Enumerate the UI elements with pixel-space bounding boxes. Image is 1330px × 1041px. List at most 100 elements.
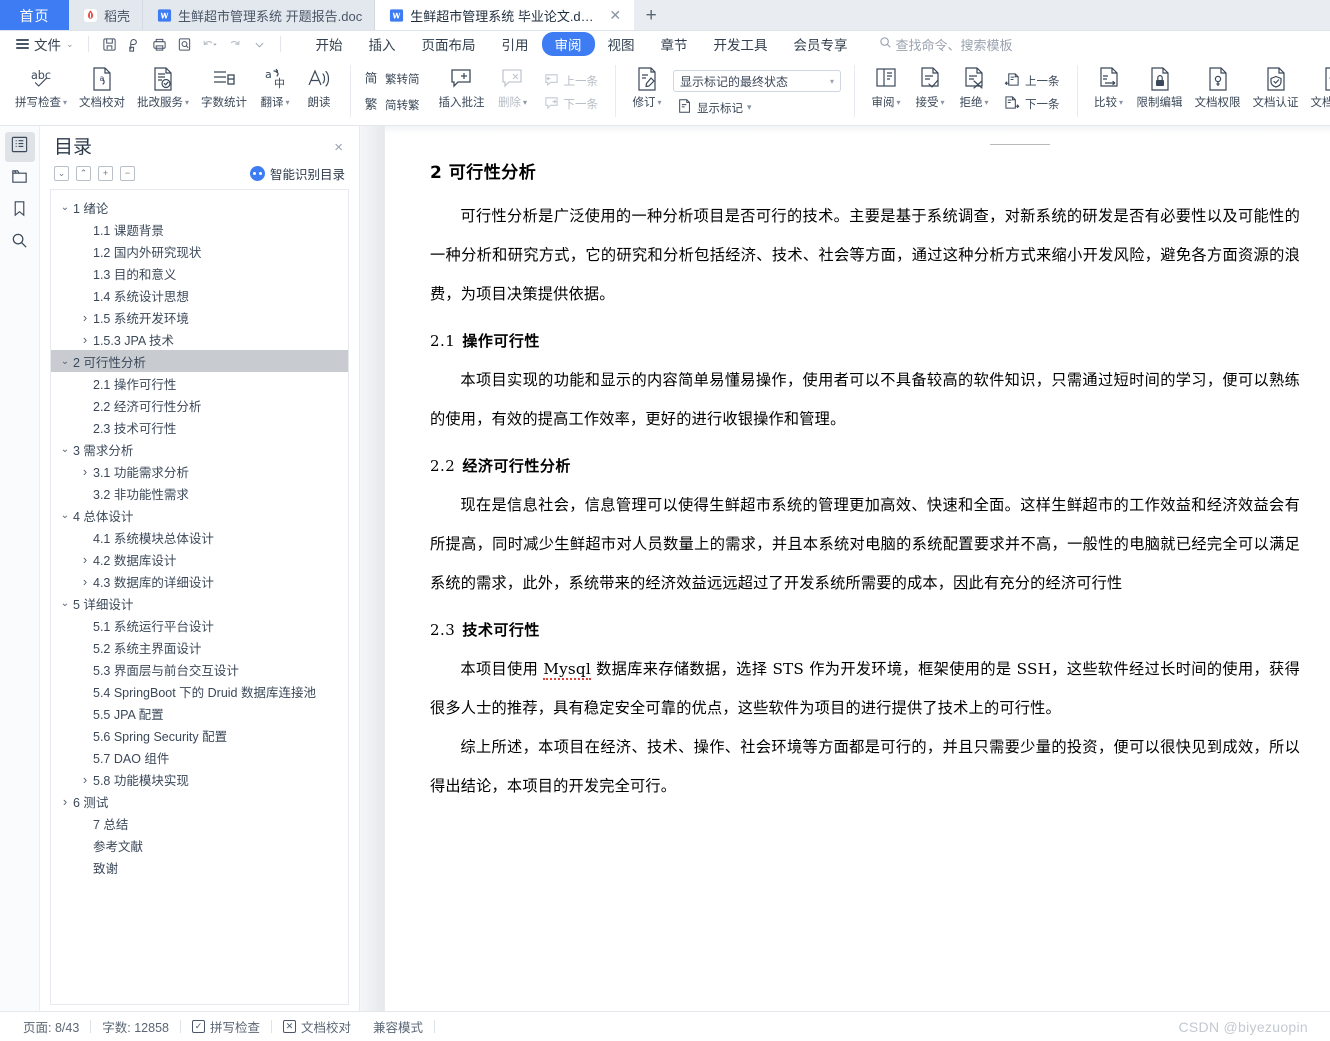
thumbnail-pane-button[interactable] (5, 164, 35, 194)
document-certify-button[interactable]: 文档认证 (1247, 59, 1305, 125)
toc-list[interactable]: ⌄ 1 绪论 1.1 课题背景 1.2 国内外研究现状 1.3 目的和意义 1.4 系统设… (50, 189, 349, 1005)
toc-item[interactable]: › 1.5.3 JPA 技术 (51, 328, 348, 350)
toc-item[interactable]: 致谢 (51, 856, 348, 878)
toc-item[interactable]: › 4.3 数据库的详细设计 (51, 570, 348, 592)
home-tab[interactable]: 首页 (0, 0, 69, 31)
document-finalize-button[interactable]: 文档定稿 (1305, 59, 1330, 125)
chevron-right-icon[interactable]: › (77, 552, 93, 567)
print-preview-button[interactable] (122, 33, 147, 55)
expand-all-icon[interactable]: + (98, 166, 113, 181)
print-button[interactable] (147, 33, 172, 55)
tab-view[interactable]: 视图 (595, 32, 648, 56)
collapse-up-icon[interactable]: ⌃ (76, 166, 91, 181)
status-page[interactable]: 页面: 8/43 (12, 1017, 90, 1036)
document-page[interactable]: 2 可行性分析 可行性分析是广泛使用的一种分析项目是否可行的技术。主要是基于系统… (385, 126, 1330, 1011)
collapse-down-icon[interactable]: ⌄ (54, 166, 69, 181)
chevron-down-icon[interactable]: ⌄ (57, 444, 73, 455)
chevron-right-icon[interactable]: › (57, 794, 73, 809)
delete-comment-button[interactable]: 删除 ▾ (491, 59, 535, 125)
chevron-down-icon[interactable]: ⌄ (57, 510, 73, 521)
toc-item[interactable]: 2.3 技术可行性 (51, 416, 348, 438)
toc-item[interactable]: › 4.2 数据库设计 (51, 548, 348, 570)
restrict-edit-button[interactable]: 限制编辑 (1131, 59, 1189, 125)
toc-item[interactable]: 1.1 课题背景 (51, 218, 348, 240)
chevron-down-icon[interactable]: ⌄ (57, 598, 73, 609)
toc-item[interactable]: › 1.5 系统开发环境 (51, 306, 348, 328)
show-markup-button[interactable]: 显示标记 ▾ (673, 97, 841, 118)
trad-to-simp-button[interactable]: 简 繁转简 (359, 68, 424, 91)
correction-service-button[interactable]: 批改服务 ▾ (131, 59, 195, 125)
toc-item[interactable]: 1.4 系统设计思想 (51, 284, 348, 306)
status-spellcheck[interactable]: ✓ 拼写检查 (181, 1017, 271, 1036)
prev-change-button[interactable]: 上一条 (1000, 71, 1064, 91)
toc-item[interactable]: 5.1 系统运行平台设计 (51, 614, 348, 636)
chevron-right-icon[interactable]: › (77, 574, 93, 589)
tab-insert[interactable]: 插入 (356, 32, 409, 56)
tab-page-layout[interactable]: 页面布局 (409, 32, 489, 56)
chevron-right-icon[interactable]: › (77, 332, 93, 347)
outline-pane-button[interactable] (4, 132, 35, 162)
toc-item[interactable]: ⌄ 3 需求分析 (51, 438, 348, 460)
toc-item[interactable]: ⌄ 1 绪论 (51, 196, 348, 218)
search-pane-button[interactable] (5, 228, 35, 258)
accept-change-button[interactable]: 接受 ▾ (908, 59, 952, 125)
tab-biyelunwen[interactable]: 生鲜超市管理系统 毕业论文.docx ✕ (374, 0, 635, 31)
insert-comment-button[interactable]: 插入批注 (433, 59, 491, 125)
toc-item[interactable]: › 5.8 功能模块实现 (51, 768, 348, 790)
chevron-right-icon[interactable]: › (77, 464, 93, 479)
undo-button[interactable] (197, 33, 222, 55)
toc-item[interactable]: › 6 测试 (51, 790, 348, 812)
toc-item[interactable]: 5.4 SpringBoot 下的 Druid 数据库连接池 (51, 680, 348, 702)
toc-item[interactable]: 5.3 界面层与前台交互设计 (51, 658, 348, 680)
save-button[interactable] (97, 33, 122, 55)
tab-member-exclusive[interactable]: 会员专享 (781, 32, 861, 56)
tab-start[interactable]: 开始 (303, 32, 356, 56)
reviewing-pane-button[interactable]: 审阅 ▾ (864, 59, 908, 125)
tab-section[interactable]: 章节 (648, 32, 701, 56)
chevron-right-icon[interactable]: › (77, 310, 93, 325)
close-icon[interactable]: × (330, 136, 347, 159)
toc-item[interactable]: 7 总结 (51, 812, 348, 834)
document-proofread-button[interactable]: a 文档校对 (73, 59, 131, 125)
toc-item[interactable]: 5.7 DAO 组件 (51, 746, 348, 768)
tab-references[interactable]: 引用 (489, 32, 542, 56)
toc-item[interactable]: 参考文献 (51, 834, 348, 856)
markup-display-select[interactable]: 显示标记的最终状态 ▾ (673, 70, 842, 92)
toc-item[interactable]: 3.2 非功能性需求 (51, 482, 348, 504)
compare-button[interactable]: 比较 ▾ (1087, 59, 1131, 125)
toc-item[interactable]: 2.1 操作可行性 (51, 372, 348, 394)
close-icon[interactable]: ✕ (608, 8, 622, 23)
status-compat-mode[interactable]: 兼容模式 (362, 1017, 434, 1036)
status-proofread[interactable]: ✕ 文档校对 (272, 1017, 362, 1036)
simp-to-trad-button[interactable]: 繁 简转繁 (359, 94, 424, 117)
bookmark-pane-button[interactable] (5, 196, 35, 226)
tab-kaitibaogao[interactable]: 生鲜超市管理系统 开题报告.doc (142, 0, 375, 31)
toc-item[interactable]: 5.5 JPA 配置 (51, 702, 348, 724)
command-search[interactable]: 查找命令、搜索模板 (879, 35, 1013, 54)
translate-button[interactable]: a 中 翻译 ▾ (253, 59, 297, 125)
reject-change-button[interactable]: 拒绝 ▾ (952, 59, 996, 125)
toc-item[interactable]: 4.1 系统模块总体设计 (51, 526, 348, 548)
redo-button[interactable] (222, 33, 247, 55)
toc-item[interactable]: 5.6 Spring Security 配置 (51, 724, 348, 746)
chevron-down-icon[interactable]: ⌄ (57, 202, 73, 213)
smart-toc-button[interactable]: 智能识别目录 (249, 164, 345, 183)
new-tab-button[interactable]: + (634, 0, 668, 31)
customize-quick-access-button[interactable] (247, 33, 272, 55)
toc-item[interactable]: ⌄ 4 总体设计 (51, 504, 348, 526)
tab-daoke[interactable]: 稻壳 (69, 0, 143, 31)
file-menu-button[interactable]: 文件 ⌄ (10, 34, 80, 54)
read-aloud-button[interactable]: 朗读 (297, 59, 341, 125)
word-count-button[interactable]: 字数统计 (195, 59, 253, 125)
toc-item[interactable]: 2.2 经济可行性分析 (51, 394, 348, 416)
chevron-right-icon[interactable]: › (77, 772, 93, 787)
next-comment-button[interactable]: 下一条 (539, 94, 603, 114)
chevron-down-icon[interactable]: ⌄ (57, 356, 73, 367)
track-changes-button[interactable]: 修订 ▾ (625, 59, 669, 125)
find-button[interactable] (172, 33, 197, 55)
toc-item[interactable]: ⌄ 5 详细设计 (51, 592, 348, 614)
toc-item[interactable]: › 3.1 功能需求分析 (51, 460, 348, 482)
document-canvas[interactable]: 2 可行性分析 可行性分析是广泛使用的一种分析项目是否可行的技术。主要是基于系统… (360, 126, 1330, 1011)
collapse-all-icon[interactable]: − (120, 166, 135, 181)
toc-item[interactable]: 1.2 国内外研究现状 (51, 240, 348, 262)
